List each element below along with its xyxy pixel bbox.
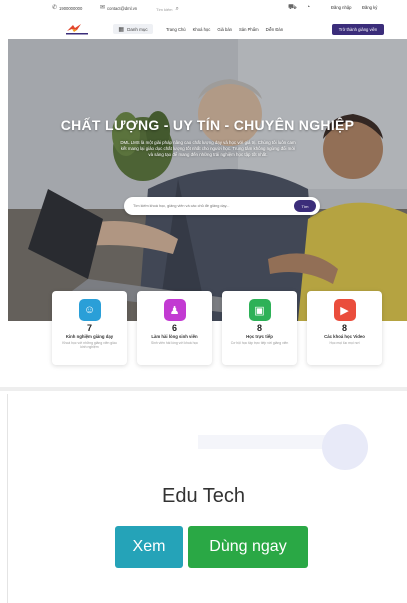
hero-photo: [8, 39, 407, 321]
nav-link-products[interactable]: Sản Phẩm: [239, 27, 259, 32]
bell-icon[interactable]: ◔: [306, 4, 310, 11]
login-link[interactable]: Đăng nhập: [331, 5, 352, 10]
stat-description: Khoá học với những giảng viên giàu kinh …: [62, 341, 117, 350]
teacher-icon: ☺: [78, 299, 101, 321]
nav-links: Trang Chủ Khoá học Giá bán Sản Phẩm Diễn…: [166, 27, 283, 32]
stat-description: Học mọi lúc mọi nơi: [329, 341, 360, 345]
use-now-button[interactable]: Dùng ngay: [188, 526, 308, 568]
view-button[interactable]: Xem: [115, 526, 183, 568]
nav-link-home[interactable]: Trang Chủ: [166, 27, 186, 32]
phone-number: 1900000000: [59, 5, 83, 11]
stat-description: Cơ hội học tập trực tiếp với giảng viên: [230, 341, 289, 345]
stat-card-video[interactable]: ▶ 8 Các khoá học Video Học mọi lúc mọi n…: [307, 291, 382, 365]
mail-icon: ✉: [100, 5, 106, 11]
nav-link-forum[interactable]: Diễn Đàn: [266, 27, 283, 32]
site-logo[interactable]: [63, 22, 91, 36]
category-menu-label: Danh mục: [127, 26, 148, 32]
register-link[interactable]: Đăng ký: [362, 5, 377, 10]
hero-search-button[interactable]: Tìm: [294, 200, 316, 212]
email-contact[interactable]: ✉ contact@dml.vn: [100, 5, 137, 11]
stat-value: 8: [341, 323, 347, 333]
stat-label: Các khoá học Video: [324, 334, 365, 339]
top-search[interactable]: Tìm kiếm ⌕: [156, 4, 198, 14]
stat-card-experience[interactable]: ☺ 7 Kinh nghiệm giảng dạy Khoá học với n…: [52, 291, 127, 365]
hero-banner: CHẤT LƯỢNG - UY TÍN - CHUYÊN NGHIỆP DML …: [8, 39, 407, 321]
decorative-circle: [322, 424, 368, 470]
classroom-icon: ▣: [248, 299, 271, 321]
search-icon[interactable]: ⌕: [175, 6, 178, 13]
student-icon: ♟: [163, 299, 186, 321]
stat-value: 7: [86, 323, 92, 333]
top-bar: ✆ 1900000000 ✉ contact@dml.vn Tìm kiếm ⌕…: [0, 0, 407, 19]
email-address: contact@dml.vn: [107, 5, 138, 11]
cart-icon[interactable]: ⛟: [288, 4, 297, 11]
hero-search-input[interactable]: [133, 201, 283, 211]
stats-section: ☺ 7 Kinh nghiệm giảng dạy Khoá học với n…: [0, 291, 407, 371]
video-icon: ▶: [333, 299, 356, 321]
nav-link-courses[interactable]: Khoá học: [193, 27, 211, 32]
hero-description: DML LMS là một giải pháp nâng cao chất l…: [120, 140, 296, 157]
category-menu-button[interactable]: ▦ Danh mục: [113, 24, 153, 34]
stat-description: Sinh viên hài lòng với khoá học: [150, 341, 199, 345]
hero-search-bar: Tìm: [124, 197, 320, 215]
stat-card-satisfaction[interactable]: ♟ 6 Làm hài lòng sinh viên Sinh viên hài…: [137, 291, 212, 365]
become-teacher-button[interactable]: Trở thành giảng viên: [332, 24, 384, 35]
phone-contact[interactable]: ✆ 1900000000: [52, 5, 82, 11]
stat-card-live[interactable]: ▣ 8 Học trực tiếp Cơ hội học tập trực ti…: [222, 291, 297, 365]
stat-label: Học trực tiếp: [246, 334, 273, 339]
brand-name: Edu Tech: [161, 485, 246, 507]
section-divider: [0, 387, 407, 391]
stat-value: 8: [256, 323, 262, 333]
stat-value: 6: [171, 323, 177, 333]
stat-label: Làm hài lòng sinh viên: [151, 334, 198, 339]
logo-graphic: [66, 24, 88, 35]
grid-icon: ▦: [118, 26, 125, 33]
hero-title: CHẤT LƯỢNG - UY TÍN - CHUYÊN NGHIỆP: [60, 117, 355, 133]
phone-icon: ✆: [52, 5, 58, 11]
nav-link-pricing[interactable]: Giá bán: [217, 27, 232, 32]
stat-label: Kinh nghiệm giảng dạy: [65, 334, 114, 339]
top-search-input[interactable]: Tìm kiếm: [156, 7, 172, 12]
